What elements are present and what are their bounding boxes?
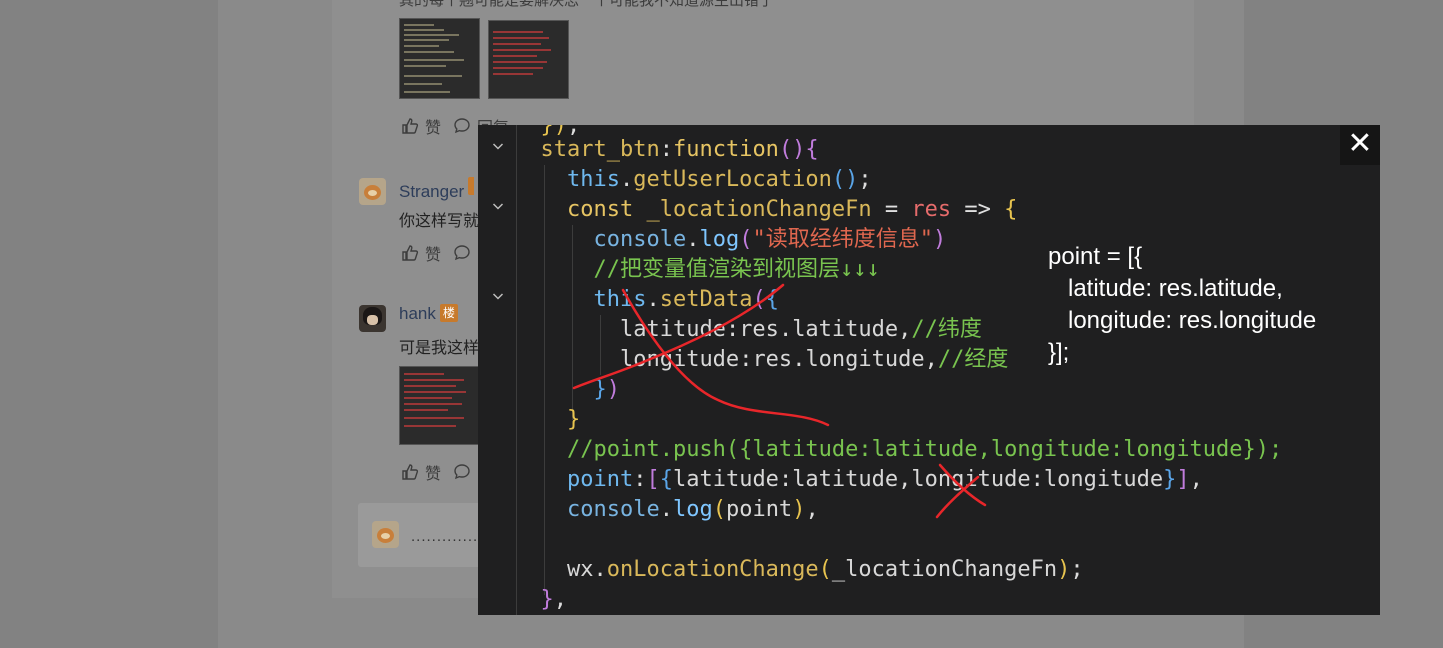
thumbs-up-icon[interactable] xyxy=(401,244,419,262)
thumbs-up-icon[interactable] xyxy=(401,463,419,481)
code-line: //point.push({latitude:latitude,longitud… xyxy=(566,437,1283,462)
like-label[interactable]: 赞 xyxy=(425,460,441,484)
comment-text: 你这样写就 xyxy=(399,213,480,230)
like-label[interactable]: 赞 xyxy=(425,114,441,138)
comment-username[interactable]: Stranger xyxy=(399,177,475,202)
avatar xyxy=(372,521,399,548)
code-line: } xyxy=(566,407,581,432)
code-line: longitude:res.longitude,//经度 xyxy=(619,347,1009,372)
code-line: console.log("读取经纬度信息") xyxy=(593,227,947,252)
code-line: this.setData({ xyxy=(593,287,779,312)
code-line: const _locationChangeFn = res => { xyxy=(566,197,1018,222)
comment-image-2[interactable] xyxy=(488,20,569,99)
avatar[interactable] xyxy=(359,178,386,205)
comment-username[interactable]: hank 楼 xyxy=(399,304,458,324)
code-line: wx.onLocationChange(_locationChangeFn); xyxy=(566,557,1084,582)
code-line: point:[{latitude:latitude,longitude:long… xyxy=(566,467,1203,492)
code-line: latitude:res.latitude,//纬度 xyxy=(619,317,982,342)
action-row-2: 赞 xyxy=(401,241,471,265)
avatar[interactable] xyxy=(359,305,386,332)
like-label[interactable]: 赞 xyxy=(425,241,441,265)
reply-input[interactable]: ............... xyxy=(411,528,489,545)
code-line: this.getUserLocation(); xyxy=(566,167,872,192)
close-button[interactable]: ✕ xyxy=(1340,125,1380,165)
code-line: //把变量值渲染到视图层↓↓↓ xyxy=(593,257,880,282)
code-line: console.log(point), xyxy=(566,497,819,522)
comment-text-cut: 其的每个翘可能是要解决思一个可能我不知道源生出错了 xyxy=(399,0,775,9)
comment-bubble-icon[interactable] xyxy=(453,244,471,262)
code-line: start_btn:function(){ xyxy=(540,137,819,162)
code-line: }, xyxy=(540,587,568,612)
code-block: }), start_btn:function(){ this.getUserLo… xyxy=(478,125,1380,615)
note-text: point = [{ latitude: res.latitude, longi… xyxy=(1048,243,1317,366)
code-line: }) xyxy=(593,377,620,402)
thumbs-up-icon[interactable] xyxy=(401,117,419,135)
comment-text: 可是我这样 xyxy=(399,340,480,357)
floor-badge: 楼 xyxy=(439,304,458,322)
comment-bubble-icon[interactable] xyxy=(453,117,471,135)
comment-image-1[interactable] xyxy=(399,18,480,99)
action-row-3: 赞 xyxy=(401,460,471,484)
comment-image-3[interactable] xyxy=(399,366,480,445)
comment-bubble-icon[interactable] xyxy=(453,463,471,481)
image-preview-modal: }), start_btn:function(){ this.getUserLo… xyxy=(478,125,1380,615)
